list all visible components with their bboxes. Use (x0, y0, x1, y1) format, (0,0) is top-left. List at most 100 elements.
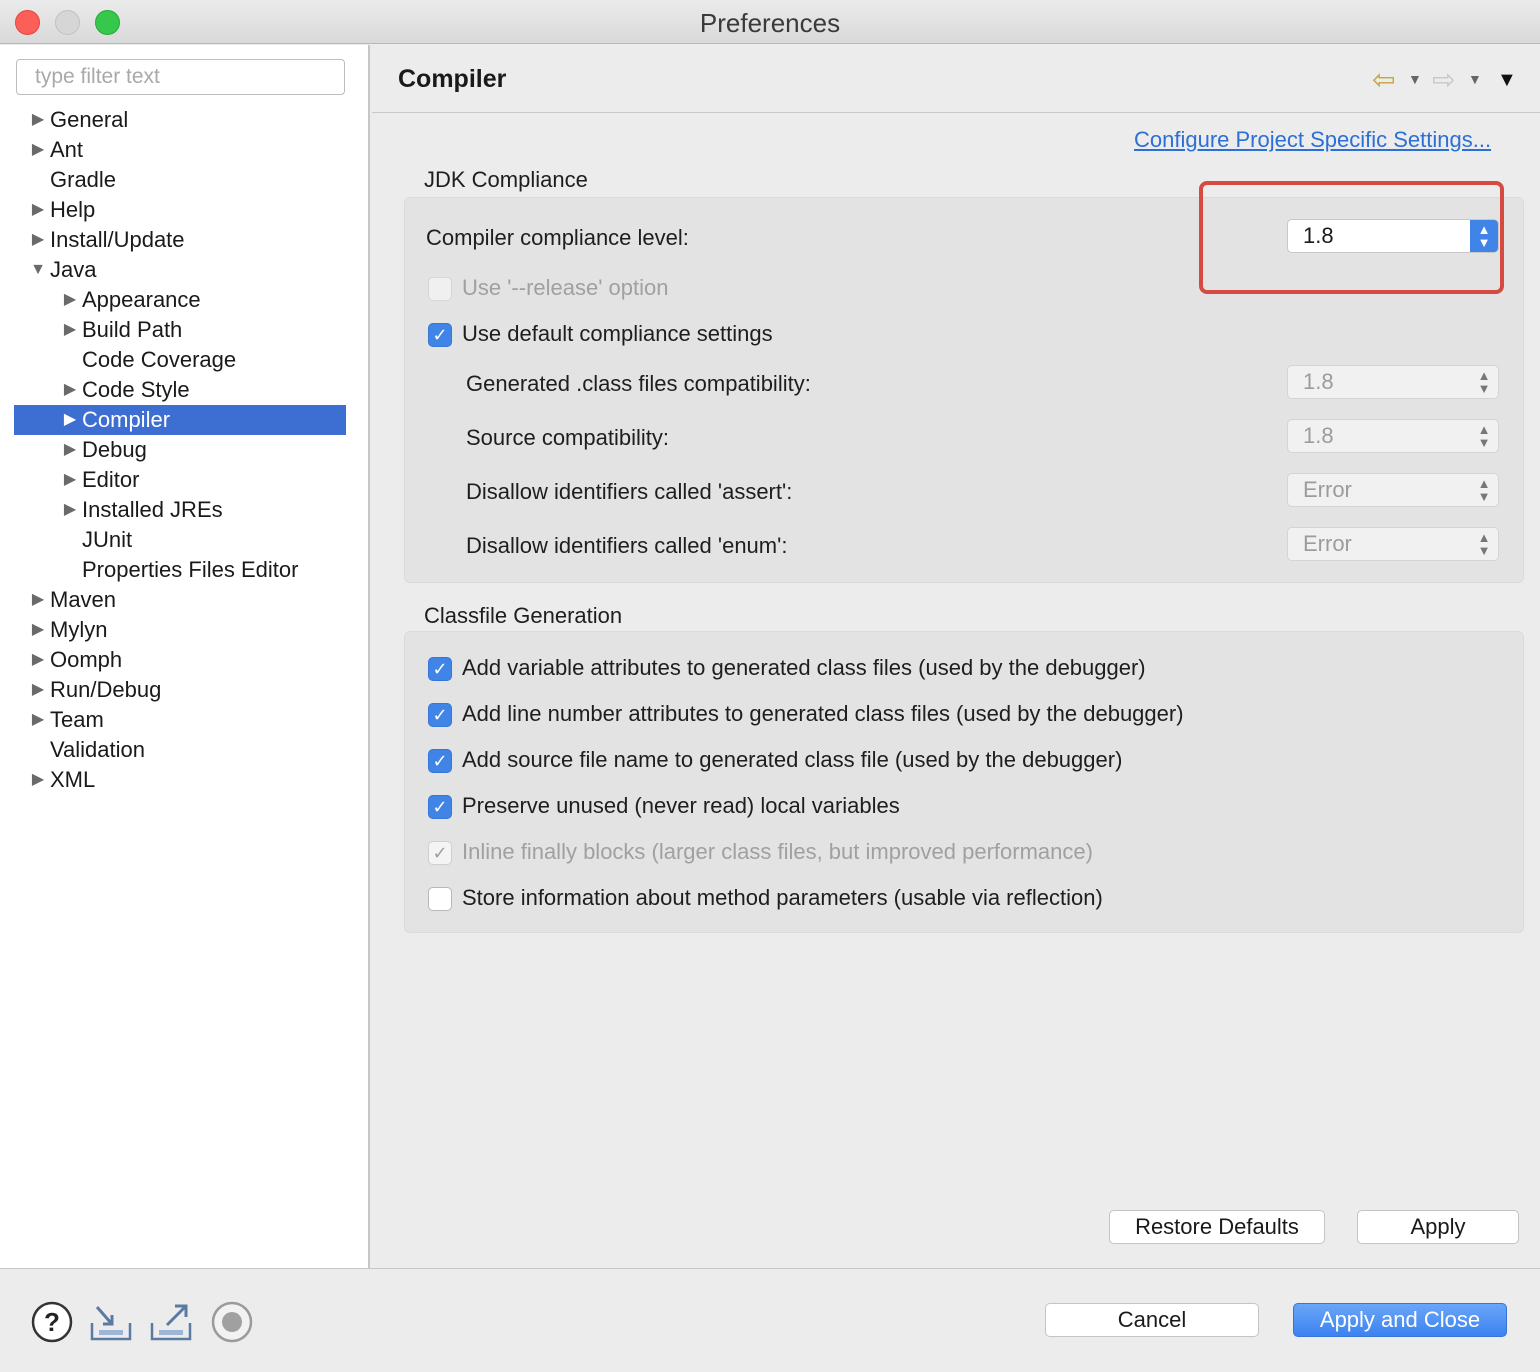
tree-item-code-style[interactable]: ▶ Code Style (14, 375, 346, 405)
tree-item-xml[interactable]: ▶ XML (14, 765, 346, 795)
disallow-enum-select[interactable]: Error ▲ ▼ (1287, 527, 1499, 561)
tree-item-label: Code Coverage (82, 347, 237, 372)
collapsed-arrow-icon[interactable]: ▶ (29, 195, 47, 225)
export-icon[interactable] (149, 1301, 192, 1343)
tree-item-install-update[interactable]: ▶ Install/Update (14, 225, 346, 255)
tree-item-code-coverage[interactable]: Code Coverage (14, 345, 346, 375)
tree-item-maven[interactable]: ▶ Maven (14, 585, 346, 615)
classfile-option-checkbox[interactable]: ✓ (428, 749, 452, 773)
forward-arrow-icon[interactable]: ⇨ (1432, 63, 1455, 96)
collapsed-arrow-icon[interactable]: ▶ (61, 405, 79, 435)
classfile-option-checkbox[interactable]: ✓ (428, 657, 452, 681)
tree-item-installed-jres[interactable]: ▶ Installed JREs (14, 495, 346, 525)
tree-item-help[interactable]: ▶ Help (14, 195, 346, 225)
tree-item-label: General (50, 107, 129, 132)
jdk-compliance-title: JDK Compliance (424, 167, 588, 192)
tree-item-mylyn[interactable]: ▶ Mylyn (14, 615, 346, 645)
back-history-dropdown-icon[interactable]: ▼ (1408, 71, 1422, 87)
collapsed-arrow-icon[interactable]: ▶ (61, 495, 79, 525)
configure-project-settings-link[interactable]: Configure Project Specific Settings... (1134, 127, 1491, 153)
cancel-button[interactable]: Cancel (1045, 1303, 1259, 1337)
tree-item-label: Properties Files Editor (82, 557, 299, 582)
tree-item-label: XML (50, 767, 96, 792)
tree-item-validation[interactable]: Validation (14, 735, 346, 765)
apply-and-close-button[interactable]: Apply and Close (1293, 1303, 1507, 1337)
tree-item-appearance[interactable]: ▶ Appearance (14, 285, 346, 315)
release-option-checkbox[interactable] (428, 277, 452, 301)
classfile-option-checkbox[interactable]: ✓ (428, 703, 452, 727)
expanded-arrow-icon[interactable]: ▼ (29, 255, 47, 285)
dialog-footer: ? Cancel Apply and Close (0, 1268, 1540, 1372)
tree-item-label: Gradle (50, 167, 117, 192)
generated-class-compat-value: 1.8 (1303, 369, 1334, 394)
tree-item-label: Validation (50, 737, 145, 762)
generated-class-compat-select[interactable]: 1.8 ▲ ▼ (1287, 365, 1499, 399)
classfile-option-label: Preserve unused (never read) local varia… (462, 793, 900, 818)
preferences-sidebar: ▶General▶AntGradle▶Help▶Install/Update▼J… (0, 45, 370, 1268)
view-menu-icon[interactable]: ▼ (1497, 69, 1517, 92)
collapsed-arrow-icon[interactable]: ▶ (29, 225, 47, 255)
tree-item-java[interactable]: ▼ Java (14, 255, 346, 285)
tree-item-editor[interactable]: ▶ Editor (14, 465, 346, 495)
back-arrow-icon[interactable]: ⇦ (1372, 63, 1395, 96)
tree-item-label: Mylyn (50, 617, 108, 642)
tree-item-general[interactable]: ▶ General (14, 105, 346, 135)
preferences-tree: ▶ General ▶ Ant Gradle ▶ Help ▶ Install/Update ▼ J… (14, 105, 346, 795)
collapsed-arrow-icon[interactable]: ▶ (29, 705, 47, 735)
collapsed-arrow-icon[interactable]: ▶ (29, 765, 47, 795)
collapsed-arrow-icon[interactable]: ▶ (61, 435, 79, 465)
title-bar: Preferences (0, 0, 1540, 44)
collapsed-arrow-icon[interactable]: ▶ (61, 315, 79, 345)
collapsed-arrow-icon[interactable]: ▶ (29, 585, 47, 615)
disallow-assert-select[interactable]: Error ▲ ▼ (1287, 473, 1499, 507)
collapsed-arrow-icon[interactable]: ▶ (29, 135, 47, 165)
collapsed-arrow-icon[interactable]: ▶ (61, 465, 79, 495)
preference-page: Compiler ⇦ ▼ ⇨ ▼ ▼ Configure Project Spe… (372, 45, 1540, 1268)
help-icon[interactable]: ? (31, 1301, 73, 1343)
classfile-generation-title: Classfile Generation (424, 603, 623, 628)
disallow-assert-label: Disallow identifiers called 'assert': (466, 479, 793, 504)
collapsed-arrow-icon[interactable]: ▶ (61, 375, 79, 405)
highlight-annotation-box (1199, 181, 1504, 294)
tree-item-compiler[interactable]: ▶ Compiler (14, 405, 346, 435)
collapsed-arrow-icon[interactable]: ▶ (29, 645, 47, 675)
tree-item-ant[interactable]: ▶ Ant (14, 135, 346, 165)
collapsed-arrow-icon[interactable]: ▶ (29, 105, 47, 135)
source-compat-select[interactable]: 1.8 ▲ ▼ (1287, 419, 1499, 453)
restore-defaults-button[interactable]: Restore Defaults (1109, 1210, 1325, 1244)
tree-item-debug[interactable]: ▶ Debug (14, 435, 346, 465)
updown-chevron-icon: ▲ ▼ (1477, 368, 1491, 396)
tree-item-junit[interactable]: JUnit (14, 525, 346, 555)
collapsed-arrow-icon[interactable]: ▶ (29, 675, 47, 705)
tree-item-gradle[interactable]: Gradle (14, 165, 346, 195)
use-default-compliance-label: Use default compliance settings (462, 321, 773, 346)
tree-item-label: Code Style (82, 377, 190, 402)
updown-chevron-icon: ▲ ▼ (1477, 422, 1491, 450)
updown-chevron-icon: ▲ ▼ (1477, 530, 1491, 558)
import-icon[interactable] (89, 1301, 132, 1343)
classfile-option-checkbox[interactable] (428, 887, 452, 911)
tree-item-label: Ant (50, 137, 84, 162)
tree-item-run-debug[interactable]: ▶ Run/Debug (14, 675, 346, 705)
updown-chevron-icon: ▲ ▼ (1477, 476, 1491, 504)
source-compat-value: 1.8 (1303, 423, 1334, 448)
filter-input[interactable] (16, 59, 345, 95)
tree-item-label: Installed JREs (82, 497, 223, 522)
disallow-enum-value: Error (1303, 531, 1352, 556)
collapsed-arrow-icon[interactable]: ▶ (29, 615, 47, 645)
collapsed-arrow-icon[interactable]: ▶ (61, 285, 79, 315)
record-icon[interactable] (210, 1301, 253, 1343)
tree-item-build-path[interactable]: ▶ Build Path (14, 315, 346, 345)
classfile-option-checkbox[interactable]: ✓ (428, 795, 452, 819)
use-default-compliance-checkbox[interactable]: ✓ (428, 323, 452, 347)
classfile-option-label: Store information about method parameter… (462, 885, 1103, 910)
tree-item-label: JUnit (82, 527, 133, 552)
apply-button[interactable]: Apply (1357, 1210, 1519, 1244)
forward-history-dropdown-icon[interactable]: ▼ (1468, 71, 1482, 87)
tree-item-team[interactable]: ▶ Team (14, 705, 346, 735)
classfile-option-checkbox[interactable]: ✓ (428, 841, 452, 865)
classfile-option-label: Inline finally blocks (larger class file… (462, 839, 1093, 864)
tree-item-properties-files-editor[interactable]: Properties Files Editor (14, 555, 346, 585)
tree-item-oomph[interactable]: ▶ Oomph (14, 645, 346, 675)
tree-item-label: Editor (82, 467, 140, 492)
